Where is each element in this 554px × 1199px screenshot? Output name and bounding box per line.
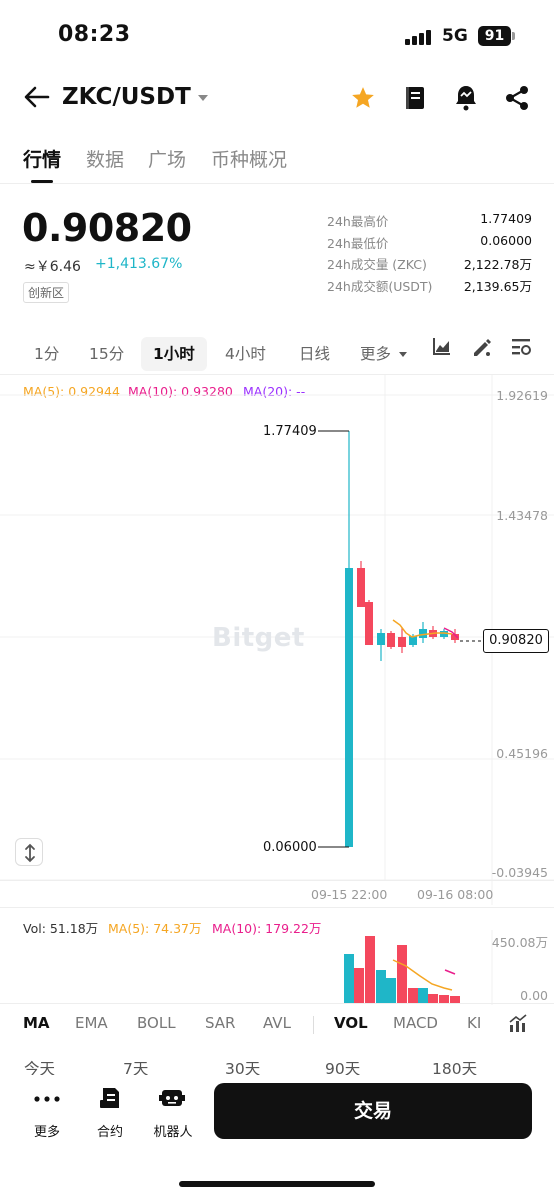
interval-4h[interactable]: 4小时 <box>213 337 278 371</box>
volume-bar <box>428 994 438 1003</box>
volume-bar <box>450 996 460 1003</box>
zone-badge: 创新区 <box>23 282 70 303</box>
indicator-boll[interactable]: BOLL <box>137 1014 176 1032</box>
x-axis-label-2: 09-16 08:00 <box>417 887 494 902</box>
candle-body <box>419 629 427 638</box>
back-arrow-icon[interactable] <box>24 86 50 108</box>
y-axis-label-2: 1.43478 <box>496 508 548 523</box>
battery-nub <box>512 32 515 40</box>
low-marker-label: 0.06000 <box>263 840 317 855</box>
battery-icon: 91 <box>478 26 511 46</box>
star-icon[interactable] <box>350 85 376 111</box>
notebook-icon[interactable] <box>403 85 427 111</box>
interval-more[interactable]: 更多 <box>348 337 393 371</box>
x-axis-label-1: 09-15 22:00 <box>311 887 388 902</box>
stat-volume-label: 24h成交量 (ZKC) <box>327 257 427 272</box>
stat-high-value: 1.77409 <box>480 211 532 226</box>
xaxis-divider <box>0 907 554 908</box>
bottom-bot-label[interactable]: 机器人 <box>147 1121 199 1140</box>
candle-body <box>357 568 365 607</box>
last-price: 0.90820 <box>22 206 192 250</box>
indicator-ma[interactable]: MA <box>23 1014 50 1032</box>
tab-data[interactable]: 数据 <box>86 145 124 172</box>
chart-settings-icon[interactable] <box>510 337 532 357</box>
volume-bar <box>376 970 386 1003</box>
tab-market[interactable]: 行情 <box>23 145 61 172</box>
stat-volume-value: 2,122.78万 <box>463 257 532 272</box>
volume-bar <box>397 945 407 1003</box>
indicator-macd[interactable]: MACD <box>393 1014 438 1032</box>
y-axis-label-bottom: -0.03945 <box>491 865 548 880</box>
interval-daily[interactable]: 日线 <box>287 337 342 371</box>
stat-turnover-label: 24h成交额(USDT) <box>327 279 433 294</box>
share-icon[interactable] <box>505 85 529 111</box>
indicator-vol[interactable]: VOL <box>334 1014 368 1032</box>
indicator-separator <box>313 1016 314 1034</box>
trade-button[interactable]: 交易 <box>214 1083 532 1139</box>
signal-icon <box>405 29 435 45</box>
chart-type-icon[interactable] <box>432 336 452 356</box>
tab-coin-overview[interactable]: 币种概况 <box>211 145 287 172</box>
price-alert-bell-icon[interactable] <box>454 84 478 112</box>
volume-divider <box>0 1003 554 1004</box>
chart-bottom-divider <box>0 880 554 881</box>
volume-bar <box>439 995 449 1003</box>
indicator-avl[interactable]: AVL <box>263 1014 291 1032</box>
candle-body <box>398 637 406 647</box>
more-dropdown-icon[interactable] <box>398 351 408 358</box>
high-marker-label: 1.77409 <box>263 424 317 439</box>
y-axis-label-3: 0.45196 <box>496 746 548 761</box>
volume-chart[interactable] <box>0 930 554 1005</box>
vertical-resize-icon <box>25 843 35 863</box>
vol-ma10-line <box>444 969 456 975</box>
indicator-kdj[interactable]: KI <box>467 1014 481 1032</box>
home-indicator <box>179 1181 375 1187</box>
candle-body <box>387 633 395 647</box>
stat-high-label: 24h最高价 <box>327 214 389 229</box>
stat-low-value: 0.06000 <box>480 233 532 248</box>
y-axis-label-top: 1.92619 <box>496 388 548 403</box>
volume-bar <box>344 954 354 1003</box>
interval-1m[interactable]: 1分 <box>22 337 71 371</box>
candle-body <box>377 633 385 645</box>
contract-icon[interactable] <box>99 1086 121 1110</box>
bot-icon[interactable] <box>159 1086 185 1110</box>
stat-low-label: 24h最低价 <box>327 236 389 251</box>
stat-turnover-value: 2,139.65万 <box>463 279 532 294</box>
volume-bar <box>408 988 418 1003</box>
bottom-contract-label[interactable]: 合约 <box>85 1121 135 1140</box>
bottom-more-label[interactable]: 更多 <box>22 1121 72 1140</box>
indicator-sar[interactable]: SAR <box>205 1014 235 1032</box>
bitget-watermark: Bitget <box>212 623 305 653</box>
interval-15m[interactable]: 15分 <box>77 337 136 371</box>
pair-title[interactable]: ZKC/USDT <box>62 84 191 110</box>
cny-price: ≈￥6.46 <box>24 259 81 275</box>
volume-bars-group <box>344 936 460 1003</box>
status-time: 08:23 <box>58 22 131 47</box>
candle-body <box>345 568 353 847</box>
tab-square[interactable]: 广场 <box>148 145 186 172</box>
tabs-divider <box>0 183 554 184</box>
volume-bar <box>386 978 396 1003</box>
volume-bar <box>418 988 428 1003</box>
interval-1h[interactable]: 1小时 <box>141 337 207 371</box>
pair-dropdown-icon[interactable] <box>197 94 209 102</box>
candle-body <box>365 602 373 645</box>
volume-bar <box>354 968 364 1003</box>
candles-group <box>345 431 459 847</box>
indicator-ema[interactable]: EMA <box>75 1014 108 1032</box>
price-change-percent: +1,413.67% <box>95 256 183 272</box>
more-dots-icon[interactable] <box>34 1094 60 1104</box>
resize-chart-button[interactable] <box>15 838 43 866</box>
current-price-tag: 0.90820 <box>483 629 549 653</box>
indicator-settings-icon[interactable] <box>508 1014 528 1034</box>
network-label: 5G <box>442 26 468 46</box>
drawing-tool-icon[interactable] <box>471 336 493 358</box>
volume-bar <box>365 936 375 1003</box>
